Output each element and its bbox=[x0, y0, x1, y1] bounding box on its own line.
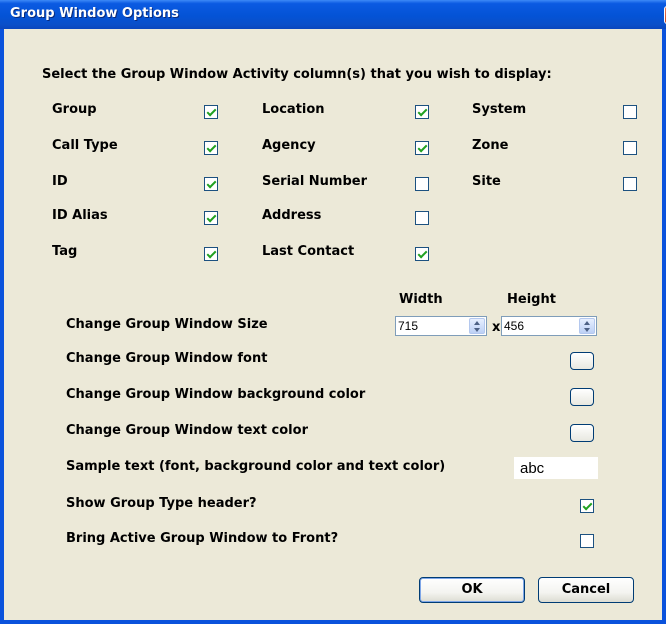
spin-down-icon bbox=[474, 328, 480, 332]
height-spinner[interactable]: 456 bbox=[501, 316, 597, 336]
width-value: 715 bbox=[398, 319, 419, 333]
change-text-color-button[interactable] bbox=[570, 424, 594, 442]
sample-text-label: Sample text (font, background color and … bbox=[66, 459, 446, 474]
column-label-location: Location bbox=[262, 102, 325, 117]
group-window-options-dialog: Group Window Options × Select the Group … bbox=[0, 0, 666, 624]
column-label-id: ID bbox=[52, 174, 68, 189]
change-size-label: Change Group Window Size bbox=[66, 317, 268, 332]
change-bg-color-button[interactable] bbox=[570, 388, 594, 406]
column-label-id-alias: ID Alias bbox=[52, 208, 108, 223]
bring-to-front-label: Bring Active Group Window to Front? bbox=[66, 531, 339, 546]
call-type-checkbox[interactable] bbox=[204, 141, 218, 155]
serial-number-checkbox[interactable] bbox=[415, 177, 429, 191]
show-group-type-header-label: Show Group Type header? bbox=[66, 496, 257, 511]
height-spin-buttons[interactable] bbox=[579, 318, 595, 334]
column-label-site: Site bbox=[472, 174, 501, 189]
show-group-type-header-checkbox[interactable] bbox=[580, 499, 594, 513]
zone-checkbox[interactable] bbox=[623, 141, 637, 155]
system-checkbox[interactable] bbox=[623, 105, 637, 119]
size-separator: x bbox=[492, 320, 501, 335]
address-checkbox[interactable] bbox=[415, 211, 429, 225]
change-bg-color-label: Change Group Window background color bbox=[66, 387, 366, 402]
site-checkbox[interactable] bbox=[623, 177, 637, 191]
height-header: Height bbox=[507, 292, 556, 307]
sample-text-preview: abc bbox=[514, 457, 598, 479]
column-label-serial-number: Serial Number bbox=[262, 174, 368, 189]
tag-checkbox[interactable] bbox=[204, 247, 218, 261]
change-text-color-label: Change Group Window text color bbox=[66, 423, 308, 438]
width-header: Width bbox=[399, 292, 443, 307]
column-label-group: Group bbox=[52, 102, 97, 117]
column-label-call-type: Call Type bbox=[52, 138, 118, 153]
column-label-tag: Tag bbox=[52, 244, 78, 259]
id-alias-checkbox[interactable] bbox=[204, 211, 218, 225]
dialog-title: Group Window Options bbox=[10, 6, 179, 21]
change-font-label: Change Group Window font bbox=[66, 351, 268, 366]
spin-up-icon bbox=[584, 321, 590, 325]
title-bar[interactable]: Group Window Options × bbox=[0, 0, 666, 29]
column-label-agency: Agency bbox=[262, 138, 316, 153]
column-label-address: Address bbox=[262, 208, 322, 223]
agency-checkbox[interactable] bbox=[415, 141, 429, 155]
id-checkbox[interactable] bbox=[204, 177, 218, 191]
spin-up-icon bbox=[474, 321, 480, 325]
height-value: 456 bbox=[504, 319, 525, 333]
bring-to-front-checkbox[interactable] bbox=[580, 534, 594, 548]
column-label-last-contact: Last Contact bbox=[262, 244, 355, 259]
cancel-button[interactable]: Cancel bbox=[538, 577, 634, 603]
width-spinner[interactable]: 715 bbox=[395, 316, 487, 336]
group-checkbox[interactable] bbox=[204, 105, 218, 119]
width-spin-buttons[interactable] bbox=[469, 318, 485, 334]
change-font-button[interactable] bbox=[570, 352, 594, 370]
spin-down-icon bbox=[584, 328, 590, 332]
location-checkbox[interactable] bbox=[415, 105, 429, 119]
ok-button[interactable]: OK bbox=[419, 577, 525, 603]
last-contact-checkbox[interactable] bbox=[415, 247, 429, 261]
instructions-text: Select the Group Window Activity column(… bbox=[42, 67, 552, 82]
column-label-zone: Zone bbox=[472, 138, 509, 153]
column-label-system: System bbox=[472, 102, 527, 117]
